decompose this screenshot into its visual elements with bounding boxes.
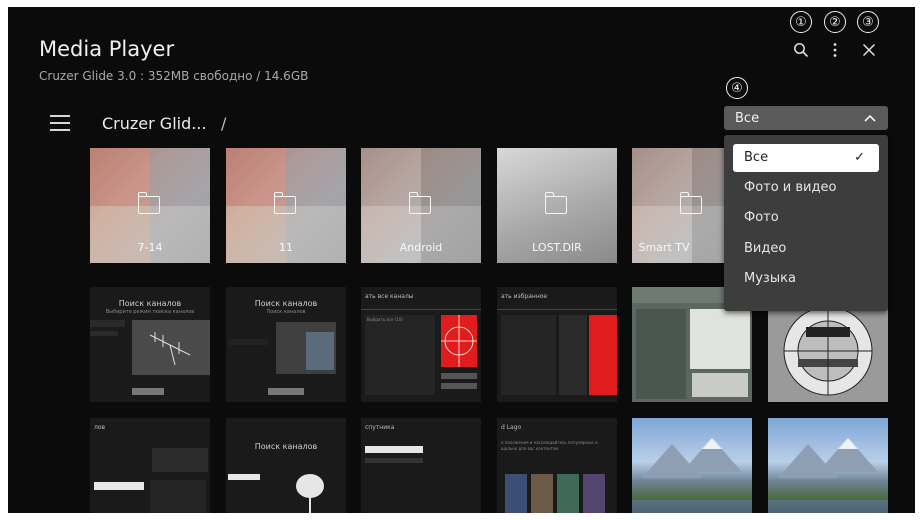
callout-4: ④: [726, 77, 748, 99]
search-button[interactable]: [786, 35, 816, 65]
image-thumbnail[interactable]: ать все каналы Выбрать все (10): [361, 287, 481, 402]
folder-tile[interactable]: LOST.DIR: [497, 148, 617, 263]
thumb-text: Выбрать все (10): [367, 317, 403, 322]
filter-dropdown: Все ✓ Фото и видео Фото Видео Музыка: [724, 135, 888, 311]
antenna-icon: [149, 332, 191, 366]
filter-option-all[interactable]: Все ✓: [733, 144, 879, 172]
thumb-title: Поиск каналов: [254, 442, 318, 451]
search-icon: [794, 43, 809, 58]
filter-option-video[interactable]: Видео: [733, 235, 879, 263]
chevron-up-icon: [864, 114, 876, 122]
filter-selected-label: Все: [735, 110, 760, 126]
image-thumbnail[interactable]: Поиск каналов Поиск каналов: [226, 287, 346, 402]
media-player-screen: Media Player Cruzer Glide 3.0 : 352MB св…: [8, 7, 915, 513]
thumb-subtitle: Поиск каналов: [266, 309, 306, 315]
storage-info: Cruzer Glide 3.0 : 352MB свободно / 14.6…: [39, 69, 309, 83]
image-thumbnail[interactable]: спутника: [361, 418, 481, 513]
folder-icon: [680, 192, 702, 214]
folder-label: Android: [399, 241, 443, 254]
hamburger-menu-icon[interactable]: [50, 115, 70, 131]
thumb-title: Поиск каналов: [254, 299, 318, 308]
thumb-title: спутника: [365, 424, 395, 431]
thumb-title: ать избранное: [501, 293, 548, 300]
folder-label: 11: [279, 241, 293, 254]
image-thumbnail[interactable]: Поиск каналов Выберите режим поиска кана…: [90, 287, 210, 402]
folder-icon: [409, 192, 431, 214]
thumb-subtitle: Выберите режим поиска каналов: [105, 309, 195, 315]
top-toolbar: ① ② ③: [776, 11, 896, 65]
image-thumbnail[interactable]: ать избранное: [497, 287, 617, 402]
folder-tile[interactable]: 11: [226, 148, 346, 263]
thumb-text: щально для вас контентом: [501, 446, 559, 451]
folder-icon: [138, 192, 160, 214]
thumb-title: лов: [94, 424, 106, 431]
folder-tile[interactable]: 7-14: [90, 148, 210, 263]
folder-tile[interactable]: Android: [361, 148, 481, 263]
breadcrumb-separator: /: [221, 114, 227, 133]
more-options-button[interactable]: [820, 35, 850, 65]
callout-3: ③: [857, 11, 879, 33]
thumb-title: d Lago: [501, 424, 522, 431]
filter-option-photo[interactable]: Фото: [733, 204, 879, 232]
close-icon: [862, 43, 876, 57]
image-thumbnail[interactable]: Поиск каналов: [226, 418, 346, 513]
folder-icon: [545, 192, 567, 214]
satellite-dish-icon: [296, 474, 324, 513]
folder-label: LOST.DIR: [532, 241, 582, 254]
folder-icon: [274, 192, 296, 214]
thumb-title: ать все каналы: [365, 293, 414, 300]
filter-option-photo-video[interactable]: Фото и видео: [733, 174, 879, 202]
callout-1: ①: [790, 11, 812, 33]
filter-select[interactable]: Все: [724, 106, 888, 130]
page-title: Media Player: [39, 37, 175, 61]
callout-2: ②: [824, 11, 846, 33]
image-thumbnail[interactable]: [768, 418, 888, 513]
image-thumbnail[interactable]: [632, 418, 752, 513]
thumb-title: Поиск каналов: [118, 299, 182, 308]
folder-label: 7-14: [137, 241, 163, 254]
image-thumbnail[interactable]: лов: [90, 418, 210, 513]
filter-option-music[interactable]: Музыка: [733, 265, 879, 293]
thumb-text: о положения и наслаждайтесь популярные и: [501, 440, 598, 445]
image-thumbnail[interactable]: d Lago о положения и наслаждайтесь попул…: [497, 418, 617, 513]
breadcrumb-current[interactable]: Cruzer Glid...: [102, 114, 207, 133]
checkmark-icon: ✓: [854, 150, 865, 165]
more-vertical-icon: [833, 43, 837, 57]
folder-label: Smart TV: [638, 241, 690, 254]
close-button[interactable]: [854, 35, 884, 65]
